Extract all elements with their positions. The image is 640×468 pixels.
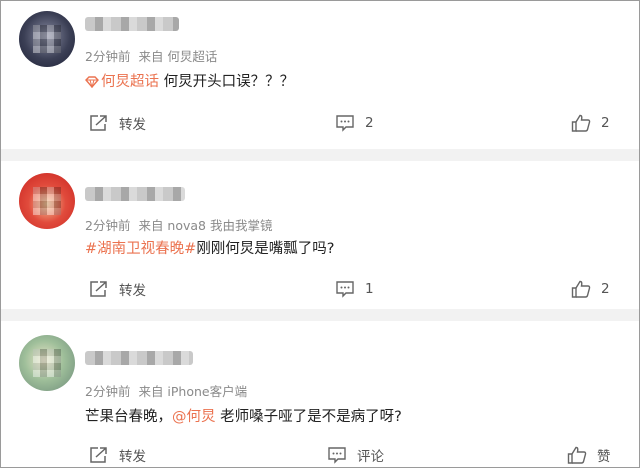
like-label: 赞 <box>597 449 611 465</box>
post-body: 老师嗓子哑了是不是病了呀? <box>215 409 402 425</box>
post-meta: 2分钟前 来自 iPhone客户端 <box>85 381 247 400</box>
post-time: 2分钟前 <box>85 384 131 399</box>
username-blurred[interactable] <box>85 187 185 201</box>
feed-post: 2分钟前 来自 nova8 我由我掌镜 #湖南卫视春晚#刚刚何炅是嘴瓢了吗? 转发… <box>1 161 639 309</box>
avatar[interactable] <box>19 173 75 229</box>
comment-icon <box>328 447 346 464</box>
username-blurred[interactable] <box>85 351 193 365</box>
comment-icon <box>336 115 354 132</box>
post-text: #湖南卫视春晚#刚刚何炅是嘴瓢了吗? <box>85 237 335 258</box>
comment-button[interactable]: 2 <box>335 111 374 135</box>
mention-link[interactable]: @何炅 <box>172 409 216 425</box>
post-source[interactable]: 来自 nova8 我由我掌镜 <box>138 218 272 233</box>
post-actions: 转发 评论 赞 <box>1 443 639 467</box>
like-icon <box>571 114 591 132</box>
comment-button[interactable]: 评论 <box>327 443 384 467</box>
like-button[interactable]: 2 <box>571 277 610 301</box>
repost-icon <box>90 281 107 297</box>
repost-button[interactable]: 转发 <box>89 277 146 301</box>
post-time: 2分钟前 <box>85 218 131 233</box>
post-meta: 2分钟前 来自 nova8 我由我掌镜 <box>85 215 272 234</box>
comment-button[interactable]: 1 <box>335 277 374 301</box>
repost-label: 转发 <box>119 449 146 465</box>
post-text: 何炅超话 何炅开头口误？？？ <box>85 70 294 91</box>
feed-post: 2分钟前 来自 何炅超话 何炅超话 何炅开头口误？？？ 转发 2 2 <box>1 1 639 149</box>
repost-label: 转发 <box>119 117 146 133</box>
post-source[interactable]: 来自 iPhone客户端 <box>138 384 247 399</box>
avatar[interactable] <box>19 11 75 67</box>
post-body: 何炅开头口误？？？ <box>159 74 295 90</box>
post-time: 2分钟前 <box>85 49 131 64</box>
like-button[interactable]: 赞 <box>567 443 611 467</box>
avatar[interactable] <box>19 335 75 391</box>
repost-button[interactable]: 转发 <box>89 443 146 467</box>
topic-link[interactable]: 何炅超话 <box>85 74 159 90</box>
comment-label: 评论 <box>357 449 384 465</box>
repost-icon <box>90 115 107 131</box>
like-count: 2 <box>601 281 610 297</box>
post-body: 刚刚何炅是嘴瓢了吗? <box>196 241 335 257</box>
post-actions: 转发 1 2 <box>1 277 639 301</box>
username-blurred[interactable] <box>85 17 179 31</box>
comment-count: 2 <box>365 115 374 131</box>
repost-label: 转发 <box>119 283 146 299</box>
post-body-prefix: 芒果台春晚， <box>85 409 172 425</box>
post-meta: 2分钟前 来自 何炅超话 <box>85 46 217 65</box>
like-icon <box>567 446 587 464</box>
like-button[interactable]: 2 <box>571 111 610 135</box>
post-divider <box>1 309 639 321</box>
like-count: 2 <box>601 115 610 131</box>
feed-post: 2分钟前 来自 iPhone客户端 芒果台春晚，@何炅 老师嗓子哑了是不是病了呀?… <box>1 321 639 467</box>
post-text: 芒果台春晚，@何炅 老师嗓子哑了是不是病了呀? <box>85 405 402 426</box>
topic-diamond-icon <box>85 76 99 88</box>
like-icon <box>571 280 591 298</box>
hashtag-link[interactable]: #湖南卫视春晚# <box>85 241 196 257</box>
comment-icon <box>336 281 354 298</box>
weibo-comment-feed: 2分钟前 来自 何炅超话 何炅超话 何炅开头口误？？？ 转发 2 2 2分钟前 来自 <box>0 0 640 468</box>
post-divider <box>1 149 639 161</box>
post-source[interactable]: 来自 何炅超话 <box>138 49 217 64</box>
comment-count: 1 <box>365 281 374 297</box>
repost-icon <box>90 447 107 463</box>
post-actions: 转发 2 2 <box>1 111 639 135</box>
repost-button[interactable]: 转发 <box>89 111 146 135</box>
